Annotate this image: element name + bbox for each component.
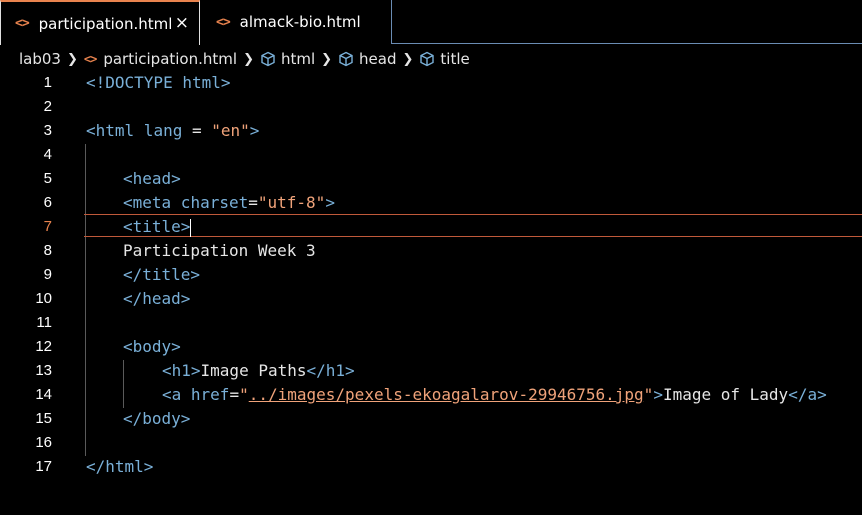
code-line[interactable]: 12 <body> (0, 336, 862, 360)
code-line[interactable]: 11 (0, 312, 862, 336)
code-line[interactable]: 3 <html lang = "en"> (0, 120, 862, 144)
line-number: 11 (36, 314, 52, 331)
tab-label: almack-bio.html (239, 13, 361, 31)
code-text: </title> (123, 265, 201, 284)
line-number: 1 (43, 74, 52, 91)
code-text: <title> (123, 217, 192, 237)
line-number: 4 (43, 146, 52, 163)
breadcrumb-symbol-label: head (359, 50, 397, 68)
line-number: 2 (43, 98, 52, 115)
line-number: 13 (35, 362, 52, 379)
chevron-right-icon: ❯ (243, 51, 254, 67)
code-line[interactable]: 8 Participation Week 3 (0, 240, 862, 264)
code-line[interactable]: 16 (0, 432, 862, 456)
code-line[interactable]: 4 (0, 144, 862, 168)
line-number: 3 (43, 122, 52, 139)
code-line[interactable]: 14 <a href="../images/pexels-ekoagalarov… (0, 384, 862, 408)
html-file-icon: <> (216, 14, 231, 30)
tab-bar: <> participation.html × <> almack-bio.ht… (0, 0, 862, 45)
code-text: </head> (123, 289, 191, 308)
cube-icon (261, 51, 275, 67)
chevron-right-icon: ❯ (66, 51, 78, 67)
html-file-icon: <> (15, 16, 30, 31)
breadcrumb-symbol-label: html (280, 50, 316, 68)
line-number: 9 (43, 266, 52, 283)
breadcrumb-symbol-label: title (440, 50, 470, 68)
line-number: 16 (35, 434, 52, 451)
code-line[interactable]: 7 <title> (0, 216, 862, 240)
breadcrumb-file[interactable]: <> participation.html (84, 50, 237, 68)
code-text: </html> (86, 457, 154, 476)
code-text: <a href="../images/pexels-ekoagalarov-29… (162, 385, 827, 404)
html-file-icon: <> (83, 52, 97, 66)
code-line[interactable]: 13 <h1>Image Paths</h1> (0, 360, 862, 384)
code-line[interactable]: 1 <!DOCTYPE html> (0, 72, 862, 96)
breadcrumb-folder[interactable]: lab03 (19, 50, 61, 68)
chevron-right-icon: ❯ (321, 51, 333, 67)
breadcrumb-symbol-title[interactable]: title (419, 50, 470, 68)
line-number: 12 (35, 338, 52, 355)
tab-label: participation.html (38, 14, 173, 33)
code-line[interactable]: 17 </html> (0, 456, 862, 480)
line-number: 17 (35, 458, 52, 475)
line-number: 14 (35, 386, 52, 403)
code-line[interactable]: 10 </head> (0, 288, 862, 312)
line-number: 10 (35, 290, 52, 307)
file-path-link[interactable]: ../images/pexels-ekoagalarov-29946756.jp… (249, 385, 644, 404)
code-text: <!DOCTYPE html> (86, 73, 231, 92)
tab-divider (392, 43, 862, 44)
code-line[interactable]: 5 <head> (0, 168, 862, 192)
line-number: 15 (35, 410, 52, 427)
line-number: 5 (43, 170, 52, 187)
tab-almack-bio-html[interactable]: <> almack-bio.html (200, 0, 392, 44)
code-text: </body> (123, 409, 191, 428)
cube-icon (339, 51, 353, 67)
line-number: 8 (43, 242, 52, 259)
code-text: <h1>Image Paths</h1> (162, 361, 355, 380)
code-editor[interactable]: 1 <!DOCTYPE html> 2 3 <html lang = "en">… (0, 72, 862, 515)
code-line[interactable]: 15 </body> (0, 408, 862, 432)
breadcrumb-symbol-html[interactable]: html (260, 50, 315, 68)
line-number: 7 (43, 218, 52, 235)
code-line[interactable]: 9 </title> (0, 264, 862, 288)
breadcrumb-file-label: participation.html (103, 50, 238, 68)
code-line[interactable]: 6 <meta charset="utf-8"> (0, 192, 862, 216)
code-text: <body> (123, 337, 181, 356)
code-text: <head> (123, 169, 181, 188)
chevron-right-icon: ❯ (402, 51, 414, 67)
line-number: 6 (43, 194, 52, 211)
breadcrumb-symbol-head[interactable]: head (338, 50, 397, 68)
cube-icon (420, 51, 435, 67)
code-line[interactable]: 2 (0, 96, 862, 120)
code-text: <meta charset="utf-8"> (123, 193, 335, 212)
code-text: <html lang = "en"> (86, 121, 260, 140)
code-text: Participation Week 3 (123, 241, 316, 260)
breadcrumb: lab03 ❯ <> participation.html ❯ html ❯ h… (0, 46, 862, 72)
tab-participation-html[interactable]: <> participation.html × (0, 0, 200, 45)
close-icon[interactable]: × (175, 13, 189, 33)
text-cursor (190, 218, 192, 237)
